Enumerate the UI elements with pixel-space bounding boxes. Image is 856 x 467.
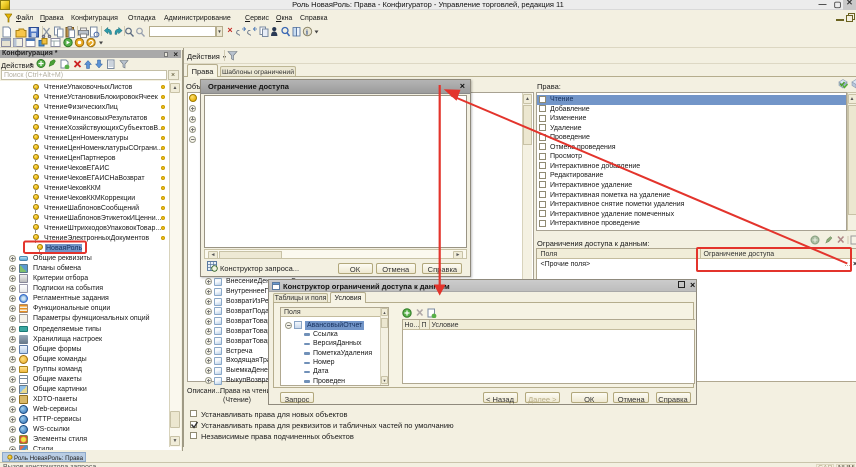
- svg-text:i: i: [306, 29, 308, 37]
- svg-text:ς: ς: [236, 28, 240, 37]
- svg-text:ς: ς: [247, 28, 251, 37]
